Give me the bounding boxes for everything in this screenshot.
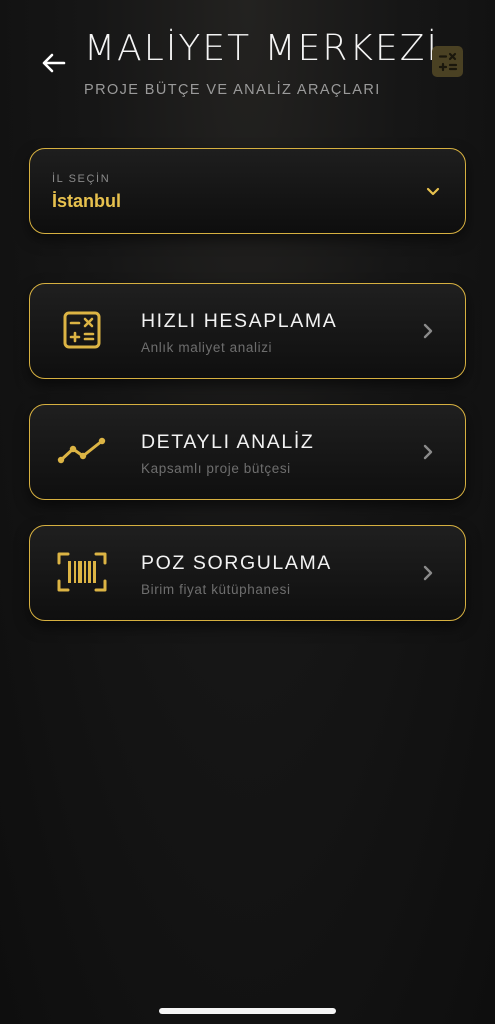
chevron-right-icon <box>423 444 433 460</box>
chevron-right-icon <box>423 565 433 581</box>
detailed-analysis-card[interactable]: DETAYLI ANALİZ Kapsamlı proje bütçesi <box>29 404 466 500</box>
chevron-down-icon <box>426 187 440 196</box>
page-subtitle: PROJE BÜTÇE VE ANALİZ ARAÇLARI <box>84 82 381 98</box>
item-lookup-card[interactable]: POZ SORGULAMA Birim fiyat kütüphanesi <box>29 525 466 621</box>
card-subtitle: Anlık maliyet analizi <box>141 340 273 355</box>
calculator-icon <box>438 52 457 71</box>
city-select-label: İL SEÇİN <box>52 173 111 185</box>
screen: MALİYET MERKEZİ PROJE BÜTÇE VE ANALİZ AR… <box>0 0 495 1024</box>
barcode-scan-icon <box>56 552 108 592</box>
city-select-value: İstanbul <box>52 191 122 211</box>
page-title: MALİYET MERKEZİ <box>84 28 439 69</box>
quick-calculation-card[interactable]: HIZLI HESAPLAMA Anlık maliyet analizi <box>29 283 466 379</box>
city-select[interactable]: İL SEÇİN İstanbul <box>29 148 466 234</box>
chevron-right-icon <box>423 323 433 339</box>
card-subtitle: Kapsamlı proje bütçesi <box>141 461 291 476</box>
trend-line-icon <box>56 431 108 471</box>
header-calculator-badge <box>432 46 463 77</box>
card-subtitle: Birim fiyat kütüphanesi <box>141 582 291 597</box>
calculator-icon <box>56 310 108 350</box>
card-title: HIZLI HESAPLAMA <box>141 310 338 332</box>
card-title: DETAYLI ANALİZ <box>141 431 315 453</box>
back-button[interactable] <box>36 46 70 80</box>
arrow-left-icon <box>42 53 66 73</box>
card-title: POZ SORGULAMA <box>141 552 332 574</box>
home-indicator[interactable] <box>159 1008 336 1014</box>
